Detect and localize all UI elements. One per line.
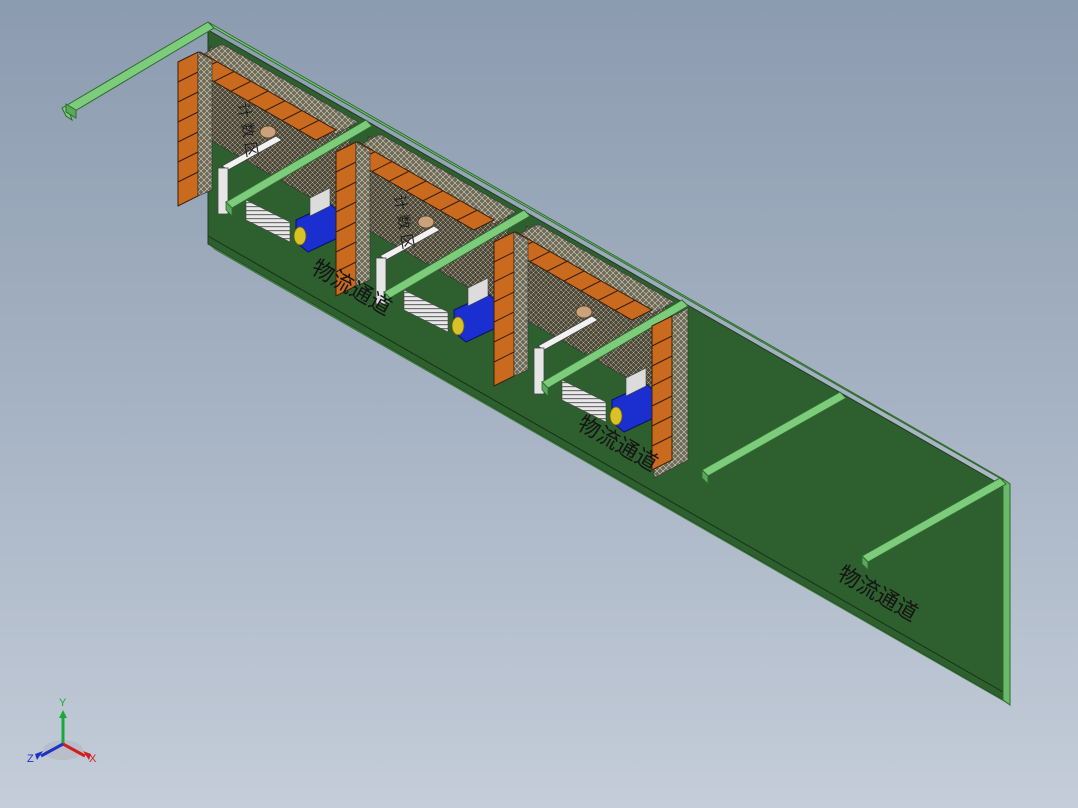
orange-column[interactable]	[177, 51, 199, 207]
y-axis-head	[59, 710, 67, 718]
orange-column[interactable]	[493, 231, 515, 387]
assembly-model[interactable]: 物流通道 物流通道 物流通道 计 数 区 计 数 区 Y X Z	[0, 0, 1078, 808]
spool-roller	[259, 125, 277, 139]
end-orange-column[interactable]	[651, 315, 673, 471]
spool-roller	[417, 215, 435, 229]
motor-flange	[293, 226, 307, 246]
right-end-wall[interactable]	[1002, 478, 1011, 706]
side-mesh-panel	[513, 231, 529, 377]
motor-flange	[609, 406, 623, 426]
motor-flange	[451, 316, 465, 336]
spool-roller	[575, 305, 593, 319]
cad-viewport[interactable]: 物流通道 物流通道 物流通道 计 数 区 计 数 区 Y X Z	[0, 0, 1078, 808]
side-mesh-panel	[197, 51, 213, 197]
z-axis-label: Z	[27, 753, 34, 765]
coordinate-triad[interactable]: Y X Z	[27, 697, 97, 765]
x-axis-label: X	[89, 753, 97, 765]
y-axis-label: Y	[59, 697, 67, 709]
side-mesh-panel	[355, 141, 371, 287]
